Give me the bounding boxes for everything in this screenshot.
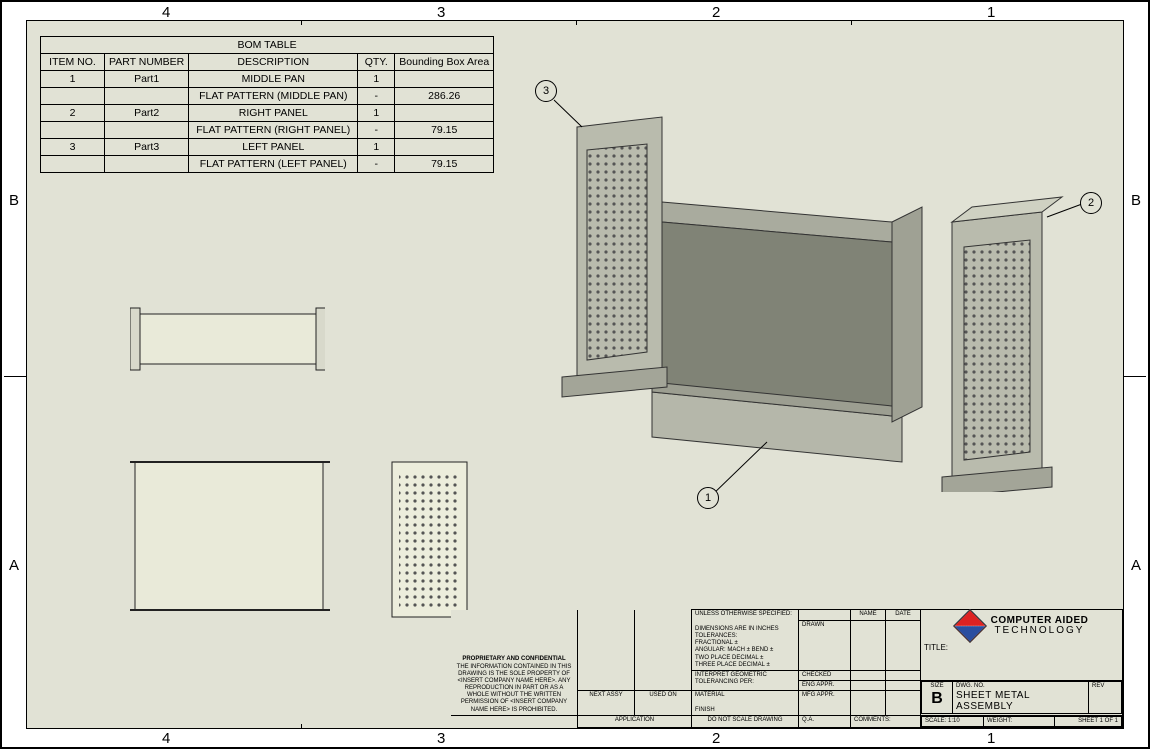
zone-row-label: B: [9, 192, 19, 209]
proprietary-text: THE INFORMATION CONTAINED IN THIS DRAWIN…: [457, 664, 572, 713]
top-view: [130, 302, 325, 377]
next-assy-cell: [578, 610, 635, 691]
used-on-cell: [635, 610, 692, 691]
bom-header: PART NUMBER: [105, 54, 189, 71]
zone-tick: [301, 724, 302, 729]
sheet-number: SHEET 1 OF 1: [1055, 716, 1122, 726]
zone-col-label: 1: [987, 730, 995, 747]
zone-col-label: 2: [712, 4, 720, 21]
scale-value: SCALE: 1:10: [922, 716, 984, 726]
bom-header: Bounding Box Area: [395, 54, 494, 71]
zone-tick: [576, 20, 577, 25]
zone-col-label: 2: [712, 730, 720, 747]
title-label: TITLE:: [924, 643, 1119, 652]
zone-col-label: 4: [162, 730, 170, 747]
company-logo: COMPUTER AIDED TECHNOLOGY: [955, 611, 1089, 641]
zone-tick: [1124, 376, 1146, 377]
balloon-1: 1: [697, 487, 719, 509]
logo-icon: [953, 609, 987, 643]
side-view: [387, 457, 472, 622]
proprietary-header: PROPRIETARY AND CONFIDENTIAL: [462, 656, 565, 662]
table-row: 2Part2RIGHT PANEL1: [41, 105, 494, 122]
zone-row-label: A: [1131, 557, 1141, 574]
size-value: B: [925, 690, 949, 708]
zone-col-label: 3: [437, 730, 445, 747]
drawing-number: SHEET METAL ASSEMBLY: [956, 690, 1085, 712]
zone-row-label: A: [9, 557, 19, 574]
table-row: FLAT PATTERN (MIDDLE PAN)-286.26: [41, 88, 494, 105]
zone-row-label: B: [1131, 192, 1141, 209]
table-row: FLAT PATTERN (RIGHT PANEL)-79.15: [41, 122, 494, 139]
zone-col-label: 3: [437, 4, 445, 21]
table-row: 1Part1MIDDLE PAN1: [41, 71, 494, 88]
bom-header: ITEM NO.: [41, 54, 105, 71]
table-row: FLAT PATTERN (LEFT PANEL)-79.15: [41, 156, 494, 173]
zone-tick: [4, 376, 26, 377]
isometric-view: [522, 72, 1102, 492]
bom-header: DESCRIPTION: [189, 54, 358, 71]
balloon-3: 3: [535, 80, 557, 102]
bom-table: BOM TABLE ITEM NO. PART NUMBER DESCRIPTI…: [40, 36, 494, 173]
drawing-sheet: 4 3 2 1 4 3 2 1 B A B A BOM TABLE ITEM N…: [0, 0, 1150, 749]
title-block: PROPRIETARY AND CONFIDENTIAL THE INFORMA…: [451, 609, 1123, 728]
zone-col-label: 1: [987, 4, 995, 21]
table-row: 3Part3LEFT PANEL1: [41, 139, 494, 156]
zone-col-label: 4: [162, 4, 170, 21]
bom-header: QTY.: [358, 54, 395, 71]
balloon-2: 2: [1080, 192, 1102, 214]
zone-tick: [301, 20, 302, 25]
zone-tick: [851, 20, 852, 25]
bom-title: BOM TABLE: [41, 37, 494, 54]
front-view: [130, 457, 330, 622]
